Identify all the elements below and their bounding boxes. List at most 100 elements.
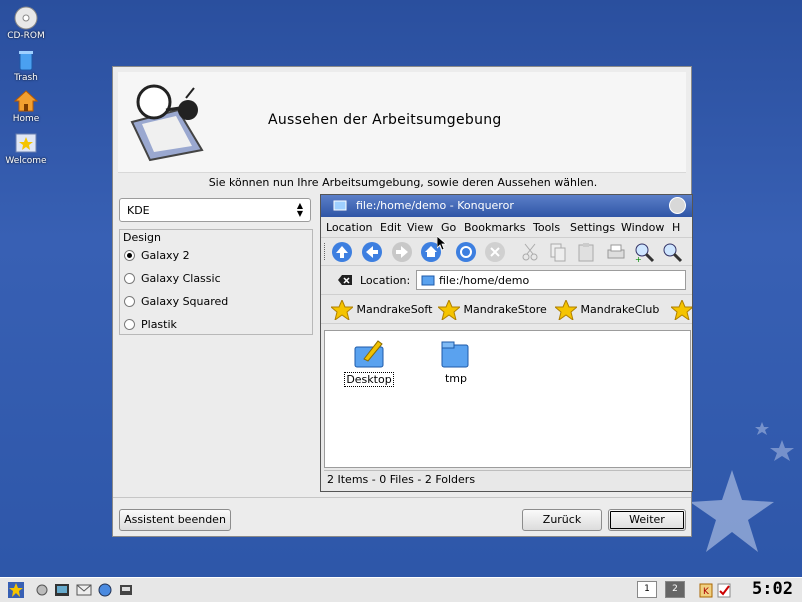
- environment-select[interactable]: KDE ▲ ▼: [119, 198, 311, 222]
- zoom-in-icon[interactable]: +: [633, 241, 655, 263]
- file-view: Desktop tmp: [324, 330, 691, 468]
- bookmark-mandrakestore[interactable]: MandrakeStore: [436, 298, 547, 322]
- star-icon: [436, 298, 462, 322]
- cut-icon[interactable]: [519, 241, 541, 263]
- reload-icon[interactable]: [455, 241, 477, 263]
- radio-label: Galaxy 2: [141, 248, 190, 262]
- bookmark-mandrakeclub[interactable]: MandrakeClub: [553, 298, 660, 322]
- print-icon[interactable]: [605, 241, 627, 263]
- bookmark-toolbar: MandrakeSoft MandrakeStore MandrakeClub: [321, 295, 692, 324]
- radio-plastik[interactable]: Plastik: [124, 317, 177, 333]
- radio-label: Galaxy Classic: [141, 271, 221, 285]
- terminal-icon[interactable]: [54, 582, 70, 598]
- menu-view[interactable]: View: [407, 221, 433, 234]
- location-label: Location:: [360, 274, 411, 287]
- quit-wizard-button[interactable]: Assistent beenden: [119, 509, 231, 531]
- radio-galaxy-classic[interactable]: Galaxy Classic: [124, 271, 221, 287]
- konqueror-preview-window: file:/home/demo - Konqueror Location Edi…: [320, 194, 693, 492]
- design-group: Design Galaxy 2 Galaxy Classic Galaxy Sq…: [119, 229, 313, 335]
- clipboard-icon[interactable]: K: [698, 582, 714, 598]
- menu-location[interactable]: Location: [326, 221, 373, 234]
- wizard-title: Aussehen der Arbeitsumgebung: [268, 112, 502, 128]
- desktop-folder-icon: [354, 340, 384, 368]
- radio-unchecked-icon: [124, 318, 135, 330]
- wizard-separator: [113, 497, 691, 498]
- appearance-icon: [130, 84, 204, 162]
- konqueror-statusbar: 2 Items - 0 Files - 2 Folders: [324, 470, 691, 489]
- bookmark-mandrakesoft[interactable]: MandrakeSoft: [329, 298, 433, 322]
- file-label: tmp: [444, 372, 467, 385]
- stop-icon[interactable]: [484, 241, 506, 263]
- star-icon: [553, 298, 579, 322]
- location-bar: Location: file:/home/demo: [321, 266, 692, 295]
- radio-label: Galaxy Squared: [141, 294, 229, 308]
- copy-icon[interactable]: [547, 241, 569, 263]
- file-item-tmp[interactable]: tmp: [428, 339, 484, 385]
- radio-label: Plastik: [141, 317, 177, 331]
- mouse-cursor-icon: [437, 236, 447, 251]
- file-label: Desktop: [344, 372, 394, 387]
- notes-icon[interactable]: [716, 582, 732, 598]
- desktop-pager-2[interactable]: 2: [665, 581, 685, 598]
- desktop-icon-label: Welcome: [5, 156, 47, 166]
- folder-icon: [333, 200, 347, 211]
- settings-icon[interactable]: [34, 582, 50, 598]
- konqueror-titlebar: file:/home/demo - Konqueror: [321, 195, 692, 217]
- menu-edit[interactable]: Edit: [380, 221, 401, 234]
- office-icon[interactable]: [118, 582, 134, 598]
- radio-checked-icon: [124, 249, 135, 261]
- bookmark-label: MandrakeClub: [580, 303, 660, 316]
- trash-icon: [19, 51, 33, 71]
- radio-galaxy-2[interactable]: Galaxy 2: [124, 248, 190, 264]
- konqueror-toolbar: +: [321, 238, 692, 266]
- wizard-header: Aussehen der Arbeitsumgebung: [118, 72, 686, 173]
- desktop-icon-cdrom[interactable]: CD-ROM: [4, 6, 48, 41]
- menu-tools[interactable]: Tools: [533, 221, 560, 234]
- back-arrow-icon[interactable]: [361, 241, 383, 263]
- desktop-star-decoration: [692, 422, 794, 552]
- file-item-desktop[interactable]: Desktop: [341, 339, 397, 387]
- menu-go[interactable]: Go: [441, 221, 456, 234]
- zoom-out-icon[interactable]: [661, 241, 683, 263]
- clear-location-icon[interactable]: [337, 272, 353, 288]
- bookmark-label: MandrakeSoft: [356, 303, 433, 316]
- back-button[interactable]: Zurück: [522, 509, 602, 531]
- star-icon: [329, 298, 355, 322]
- status-text: 2 Items - 0 Files - 2 Folders: [327, 473, 476, 486]
- konqueror-title: file:/home/demo - Konqueror: [356, 199, 514, 212]
- desktop-icon-label: Home: [12, 114, 40, 124]
- welcome-icon: [15, 133, 37, 153]
- minimize-button[interactable]: [669, 197, 686, 214]
- star-menu-icon[interactable]: [8, 582, 24, 598]
- location-value: file:/home/demo: [439, 274, 530, 287]
- desktop-icon-trash[interactable]: Trash: [4, 48, 48, 83]
- folder-icon: [421, 275, 435, 286]
- environment-select-value: KDE: [127, 204, 150, 217]
- desktop-pager-1[interactable]: 1: [637, 581, 657, 598]
- star-icon: [669, 298, 692, 322]
- up-arrow-icon[interactable]: [331, 241, 353, 263]
- menu-help[interactable]: H: [672, 221, 680, 234]
- bookmark-more[interactable]: [669, 298, 692, 322]
- mail-icon[interactable]: [76, 582, 92, 598]
- desktop-icon-welcome[interactable]: Welcome: [4, 131, 48, 166]
- toolbar-grip[interactable]: [324, 243, 327, 260]
- radio-galaxy-squared[interactable]: Galaxy Squared: [124, 294, 228, 310]
- taskbar: 1 2 K 5:02: [0, 577, 802, 602]
- desktop-icon-label: Trash: [14, 73, 38, 83]
- forward-arrow-icon[interactable]: [391, 241, 413, 263]
- menu-bookmarks[interactable]: Bookmarks: [464, 221, 525, 234]
- design-group-label: Design: [123, 231, 161, 244]
- wizard-subtitle: Sie können nun Ihre Arbeitsumgebung, sow…: [208, 176, 598, 189]
- browser-icon[interactable]: [97, 582, 113, 598]
- desktop-icon-home[interactable]: Home: [4, 89, 48, 124]
- menu-settings[interactable]: Settings: [570, 221, 615, 234]
- radio-unchecked-icon: [124, 272, 135, 284]
- select-arrows-icon: ▲ ▼: [296, 201, 304, 218]
- paste-icon[interactable]: [575, 241, 597, 263]
- menu-window[interactable]: Window: [621, 221, 664, 234]
- cdrom-icon: [14, 6, 38, 30]
- folder-icon: [441, 341, 469, 368]
- next-button[interactable]: Weiter: [608, 509, 686, 531]
- location-input[interactable]: file:/home/demo: [416, 270, 686, 290]
